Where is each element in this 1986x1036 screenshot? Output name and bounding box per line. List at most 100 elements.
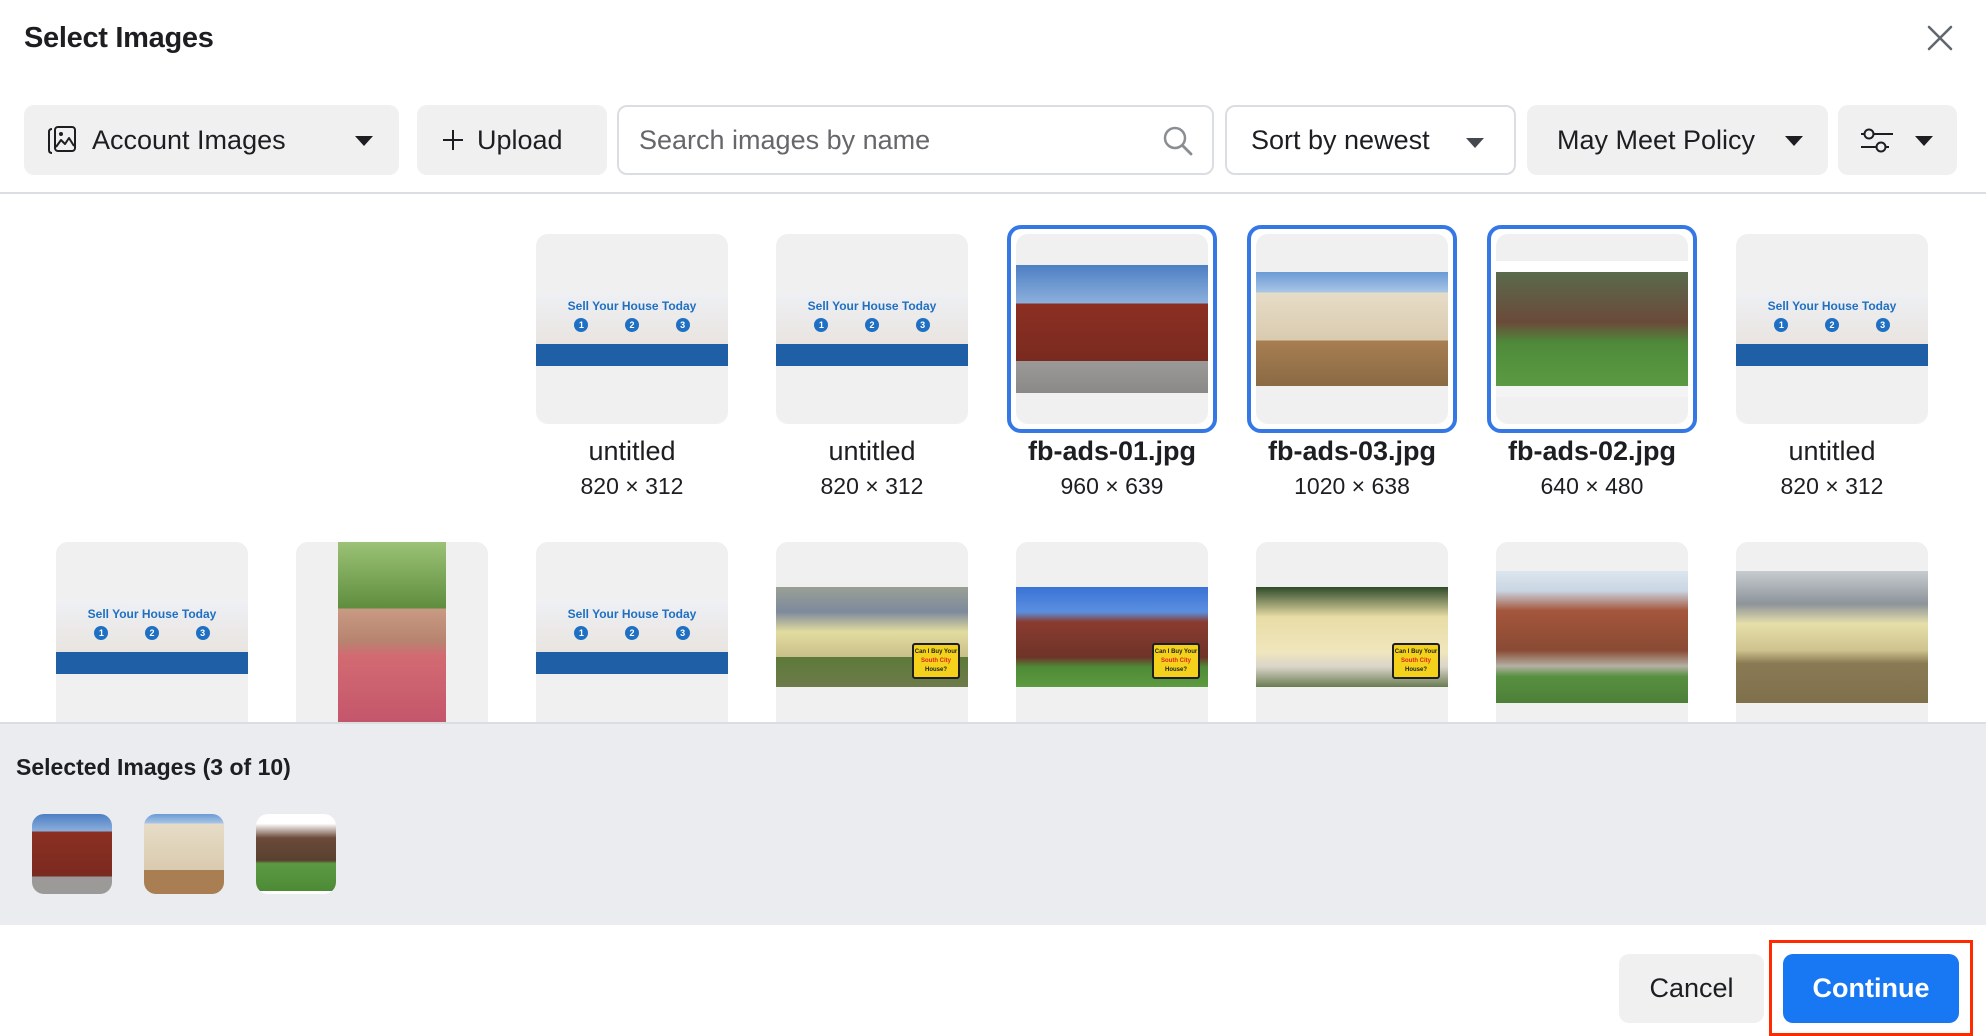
image-card[interactable] — [1496, 542, 1688, 722]
image-thumbnail[interactable]: Sell Your House Today 1 2 3 — [1736, 234, 1928, 424]
image-grid[interactable]: Sell Your House Today 1 2 3 untitled 820 × 31… — [0, 194, 1986, 722]
image-thumbnail[interactable]: Can I Buy Your South City House? — [1256, 542, 1448, 722]
image-thumbnail[interactable]: Can I Buy Your South City House? — [776, 542, 968, 722]
image-dimensions: 960 × 639 — [1060, 473, 1164, 499]
sign-text: House? — [1164, 667, 1187, 673]
image-name: untitled — [828, 436, 916, 466]
chevron-down-icon — [1466, 138, 1484, 148]
sign-text: House? — [1404, 667, 1427, 673]
image-card[interactable]: Can I Buy Your South City House? — [1256, 542, 1448, 722]
image-card[interactable]: Sell Your House Today 1 2 3 untitled 820 × 31… — [1736, 234, 1928, 500]
banner-image: Sell Your House Today 1 2 3 — [776, 292, 968, 366]
banner-step: 2 — [144, 625, 159, 640]
chevron-down-icon — [1785, 136, 1803, 146]
account-images-dropdown[interactable]: Account Images — [24, 105, 399, 175]
image-card[interactable]: Sell Your House Today 1 2 3 — [536, 542, 728, 722]
banner-step: 3 — [675, 317, 690, 332]
toolbar: Account Images Upload Sort by newest May… — [0, 105, 1986, 175]
image-card[interactable] — [296, 542, 488, 722]
banner-step: 3 — [675, 625, 690, 640]
close-icon — [1927, 25, 1953, 51]
sign-text: South City — [1161, 658, 1191, 664]
sign-text: Can I Buy Your — [1394, 649, 1438, 655]
search-input[interactable] — [639, 124, 1139, 156]
banner-image: Sell Your House Today 1 2 3 — [536, 292, 728, 366]
sign-text: Can I Buy Your — [914, 649, 958, 655]
image-dimensions: 1020 × 638 — [1294, 473, 1410, 499]
selected-thumb[interactable] — [144, 814, 224, 894]
banner-step: 2 — [624, 625, 639, 640]
house-photo — [1016, 265, 1208, 393]
cancel-button[interactable]: Cancel — [1619, 954, 1764, 1023]
chevron-down-icon — [1915, 136, 1933, 146]
selected-thumb[interactable] — [32, 814, 112, 894]
dialog-footer: Cancel Continue — [0, 925, 1986, 1036]
image-thumbnail[interactable]: Sell Your House Today 1 2 3 — [536, 234, 728, 424]
image-card-selected[interactable]: fb-ads-03.jpg 1020 × 638 — [1247, 225, 1457, 500]
image-dimensions: 640 × 480 — [1540, 473, 1644, 499]
banner-steps: 1 2 3 — [776, 317, 968, 332]
image-dimensions: 820 × 312 — [580, 473, 684, 499]
chevron-down-icon — [355, 136, 373, 146]
banner-steps: 1 2 3 — [1736, 317, 1928, 332]
image-card[interactable]: Can I Buy Your South City House? — [776, 542, 968, 722]
image-name: fb-ads-03.jpg — [1267, 436, 1436, 466]
banner-step: 1 — [574, 625, 589, 640]
filter-sliders-icon — [1861, 128, 1893, 153]
sort-dropdown[interactable]: Sort by newest — [1225, 105, 1516, 175]
image-card[interactable] — [1736, 542, 1928, 722]
sign-text: House? — [924, 667, 947, 673]
plus-icon — [443, 130, 463, 150]
images-icon — [48, 126, 76, 154]
banner-step: 1 — [94, 625, 109, 640]
house-photo — [1496, 571, 1688, 703]
image-thumbnail[interactable] — [296, 542, 488, 722]
image-thumbnail[interactable]: Sell Your House Today 1 2 3 — [56, 542, 248, 722]
image-name: fb-ads-02.jpg — [1507, 436, 1676, 466]
image-thumbnail[interactable] — [1736, 542, 1928, 722]
image-card[interactable]: Can I Buy Your South City House? — [1016, 542, 1208, 722]
banner-image: Sell Your House Today 1 2 3 — [536, 600, 728, 674]
upload-button[interactable]: Upload — [417, 105, 607, 175]
image-thumbnail[interactable]: Can I Buy Your South City House? — [1016, 542, 1208, 722]
policy-filter-dropdown[interactable]: May Meet Policy — [1527, 105, 1828, 175]
image-thumbnail[interactable] — [1016, 234, 1208, 424]
image-card[interactable]: Sell Your House Today 1 2 3 — [56, 542, 248, 722]
banner-headline: Sell Your House Today — [807, 298, 937, 313]
yard-sign: Can I Buy Your South City House? — [1392, 643, 1440, 679]
search-field[interactable] — [617, 105, 1214, 175]
sign-text: South City — [921, 658, 951, 664]
continue-button[interactable]: Continue — [1783, 954, 1959, 1023]
upload-label: Upload — [477, 124, 563, 155]
banner-step: 1 — [1774, 317, 1789, 332]
image-thumbnail[interactable]: Sell Your House Today 1 2 3 — [776, 234, 968, 424]
image-name: untitled — [588, 436, 676, 466]
image-card-selected[interactable]: fb-ads-02.jpg 640 × 480 — [1487, 225, 1697, 500]
person-photo — [338, 542, 446, 722]
house-photo: Can I Buy Your South City House? — [1256, 587, 1448, 687]
banner-step: 3 — [1875, 317, 1890, 332]
banner-headline: Sell Your House Today — [567, 298, 697, 313]
banner-step: 1 — [814, 317, 829, 332]
image-card-selected[interactable]: fb-ads-01.jpg 960 × 639 — [1007, 225, 1217, 500]
sign-text: South City — [1401, 658, 1431, 664]
search-icon[interactable] — [1162, 125, 1194, 157]
sign-text: Can I Buy Your — [1154, 649, 1198, 655]
close-button[interactable] — [1922, 20, 1958, 56]
image-card[interactable]: Sell Your House Today 1 2 3 untitled 820 × 31… — [776, 234, 968, 500]
filter-dropdown[interactable] — [1838, 105, 1957, 175]
image-thumbnail[interactable]: Sell Your House Today 1 2 3 — [536, 542, 728, 722]
image-card[interactable]: Sell Your House Today 1 2 3 untitled 820 × 31… — [536, 234, 728, 500]
image-thumbnail[interactable] — [1496, 234, 1688, 424]
selected-thumb[interactable] — [256, 814, 336, 894]
yard-sign: Can I Buy Your South City House? — [1152, 643, 1200, 679]
house-photo — [1256, 272, 1448, 386]
house-photo — [1496, 261, 1688, 397]
dialog-title: Select Images — [24, 22, 214, 54]
banner-steps: 1 2 3 — [536, 317, 728, 332]
image-thumbnail[interactable] — [1256, 234, 1448, 424]
banner-headline: Sell Your House Today — [87, 606, 217, 621]
banner-steps: 1 2 3 — [536, 625, 728, 640]
policy-label: May Meet Policy — [1557, 124, 1756, 155]
image-thumbnail[interactable] — [1496, 542, 1688, 722]
